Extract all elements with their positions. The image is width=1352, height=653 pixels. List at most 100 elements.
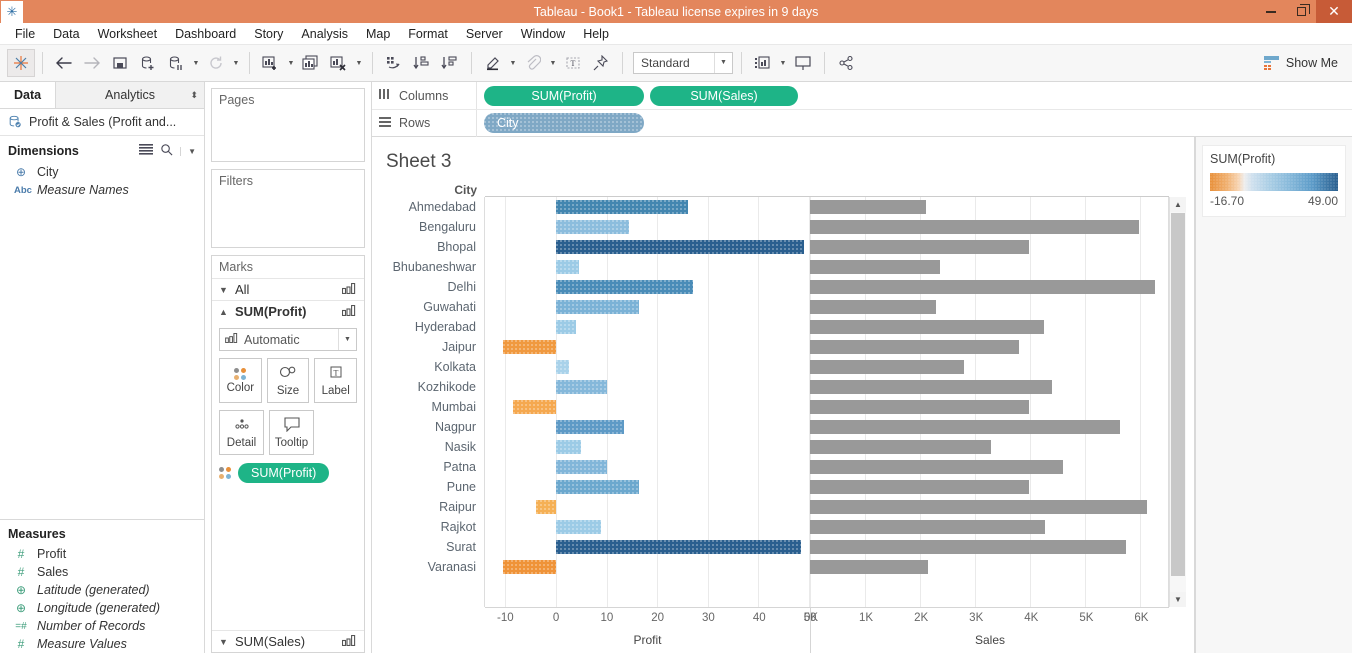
duplicate-sheet-icon[interactable] [298, 50, 324, 76]
menu-analysis[interactable]: Analysis [292, 25, 357, 43]
clear-sheet-icon[interactable] [326, 50, 352, 76]
bar-mark[interactable] [810, 200, 927, 214]
show-hide-cards-icon[interactable] [750, 50, 776, 76]
new-worksheet-dropdown-icon[interactable]: ▼ [286, 50, 296, 76]
dimension-city[interactable]: ⊕ City [0, 163, 204, 181]
bar-mark[interactable] [502, 560, 556, 574]
bar-mark[interactable] [555, 320, 577, 334]
scroll-down-button[interactable]: ▼ [1170, 592, 1186, 607]
bar-mark[interactable] [810, 320, 1044, 334]
menu-server[interactable]: Server [457, 25, 512, 43]
refresh-icon[interactable] [203, 50, 229, 76]
row-label[interactable]: Guwahati [380, 297, 484, 317]
row-label[interactable]: Rajkot [380, 517, 484, 537]
refresh-dropdown-icon[interactable]: ▼ [231, 50, 241, 76]
search-icon[interactable] [160, 143, 173, 159]
row-label[interactable]: Patna [380, 457, 484, 477]
highlight-icon[interactable] [480, 50, 506, 76]
row-label[interactable]: Bhopal [380, 237, 484, 257]
bar-mark[interactable] [555, 520, 602, 534]
show-me-button[interactable]: Show Me [1263, 55, 1344, 71]
chevron-down-icon[interactable]: ▼ [219, 637, 229, 647]
label-button[interactable]: T Label [314, 358, 358, 403]
bar-mark[interactable] [810, 380, 1053, 394]
scroll-thumb[interactable] [1171, 213, 1185, 576]
bar-mark[interactable] [810, 560, 929, 574]
pages-card[interactable]: Pages [211, 88, 365, 162]
close-button[interactable]: ✕ [1316, 0, 1352, 23]
row-label[interactable]: Delhi [380, 277, 484, 297]
bar-mark[interactable] [555, 360, 569, 374]
size-button[interactable]: Size [266, 358, 310, 403]
rows-drop-zone[interactable]: City [477, 113, 1352, 133]
bar-mark[interactable] [555, 480, 640, 494]
bar-mark[interactable] [810, 480, 1029, 494]
filters-card[interactable]: Filters [211, 169, 365, 248]
bar-mark[interactable] [555, 300, 640, 314]
bar-mark[interactable] [555, 280, 693, 294]
bar-mark[interactable] [555, 260, 579, 274]
pause-refresh-icon[interactable] [163, 50, 189, 76]
fit-dropdown[interactable]: Standard ▼ [633, 52, 733, 74]
highlight-dropdown-icon[interactable]: ▼ [508, 50, 518, 76]
row-label[interactable]: Surat [380, 537, 484, 557]
bar-mark[interactable] [810, 360, 964, 374]
rows-shelf[interactable]: Rows City [372, 109, 1352, 137]
bar-mark[interactable] [810, 220, 1140, 234]
menu-data[interactable]: Data [44, 25, 88, 43]
pill-sum-profit[interactable]: SUM(Profit) [484, 85, 644, 106]
scroll-up-button[interactable]: ▲ [1170, 197, 1186, 212]
forward-icon[interactable] [79, 50, 105, 76]
menu-file[interactable]: File [6, 25, 44, 43]
bar-mark[interactable] [810, 260, 940, 274]
chevron-down-icon[interactable]: ▼ [219, 285, 229, 295]
new-data-source-icon[interactable] [135, 50, 161, 76]
color-button[interactable]: Color [219, 358, 262, 403]
row-label[interactable]: Kolkata [380, 357, 484, 377]
bar-mark[interactable] [810, 540, 1126, 554]
menu-format[interactable]: Format [399, 25, 457, 43]
bar-mark[interactable] [555, 540, 802, 554]
row-label[interactable]: Ahmedabad [380, 197, 484, 217]
chevron-up-icon[interactable]: ▲ [219, 307, 229, 317]
row-label[interactable]: Nagpur [380, 417, 484, 437]
bar-mark[interactable] [512, 400, 556, 414]
pause-refresh-dropdown-icon[interactable]: ▼ [191, 50, 201, 76]
menu-worksheet[interactable]: Worksheet [89, 25, 167, 43]
show-hide-cards-dropdown-icon[interactable]: ▼ [778, 50, 788, 76]
new-worksheet-icon[interactable] [258, 50, 284, 76]
mark-type-dropdown[interactable]: Automatic ▼ [219, 328, 357, 351]
fixed-axis-icon[interactable] [520, 50, 546, 76]
chevron-down-icon[interactable]: ▼ [714, 53, 732, 73]
tooltip-button[interactable]: Tooltip [269, 410, 314, 455]
bar-mark[interactable] [555, 220, 630, 234]
scroll-track[interactable] [1170, 212, 1186, 592]
tab-analytics[interactable]: Analytics ⬍ [56, 82, 204, 108]
row-label[interactable]: Varanasi [380, 557, 484, 577]
bar-mark[interactable] [810, 460, 1064, 474]
measure-latitude[interactable]: ⊕ Latitude (generated) [0, 581, 204, 599]
profit-axis[interactable]: Profit -10 0 10 20 30 40 50 [485, 607, 816, 653]
pill-sum-sales[interactable]: SUM(Sales) [650, 85, 798, 106]
view-data-grid-icon[interactable] [139, 143, 154, 159]
share-icon[interactable] [833, 50, 859, 76]
bar-mark[interactable] [810, 520, 1046, 534]
measure-number-of-records[interactable]: =# Number of Records [0, 617, 204, 635]
sort-ascending-icon[interactable] [409, 50, 435, 76]
bar-mark[interactable] [535, 500, 556, 514]
menu-map[interactable]: Map [357, 25, 399, 43]
save-icon[interactable] [107, 50, 133, 76]
sales-axis[interactable]: Sales 0K 1K 2K 3K 4K 5K 6K [804, 607, 1169, 653]
bar-mark[interactable] [810, 500, 1148, 514]
menu-story[interactable]: Story [245, 25, 292, 43]
row-label[interactable]: Kozhikode [380, 377, 484, 397]
presentation-pin-icon[interactable] [588, 50, 614, 76]
detail-button[interactable]: Detail [219, 410, 264, 455]
expand-collapse-icon[interactable]: ⬍ [190, 90, 198, 101]
bar-mark[interactable] [810, 400, 1030, 414]
measure-sales[interactable]: # Sales [0, 563, 204, 581]
dimensions-dropdown-icon[interactable]: ▼ [180, 146, 196, 156]
pill-color-sum-profit[interactable]: SUM(Profit) [238, 463, 330, 483]
data-source-item[interactable]: Profit & Sales (Profit and... [0, 109, 204, 136]
bar-mark[interactable] [810, 340, 1020, 354]
